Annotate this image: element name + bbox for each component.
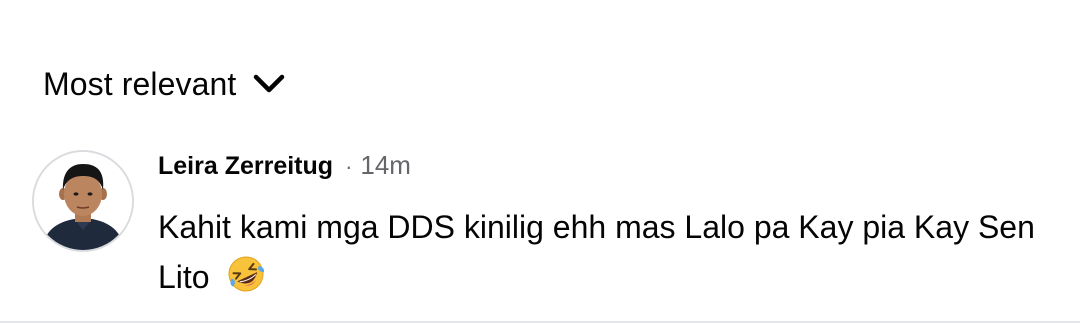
comment-text-container: Kahit kami mga DDS kinilig ehh mas Lalo … bbox=[158, 202, 1058, 302]
sort-dropdown[interactable]: Most relevant bbox=[43, 62, 286, 106]
meta-separator: · bbox=[345, 154, 353, 179]
comment-body: Leira Zerreitug · 14m Kahit kami mga DDS… bbox=[158, 150, 1058, 302]
rolling-on-floor-laughing-icon bbox=[226, 254, 266, 294]
chevron-down-icon[interactable] bbox=[252, 72, 286, 96]
comment-meta: Leira Zerreitug · 14m bbox=[158, 150, 1058, 184]
avatar[interactable] bbox=[32, 150, 134, 252]
comment-author[interactable]: Leira Zerreitug bbox=[158, 152, 333, 181]
comment-text: Kahit kami mga DDS kinilig ehh mas Lalo … bbox=[158, 209, 1035, 295]
sort-label: Most relevant bbox=[43, 65, 237, 102]
comment-timestamp[interactable]: 14m bbox=[360, 150, 411, 181]
